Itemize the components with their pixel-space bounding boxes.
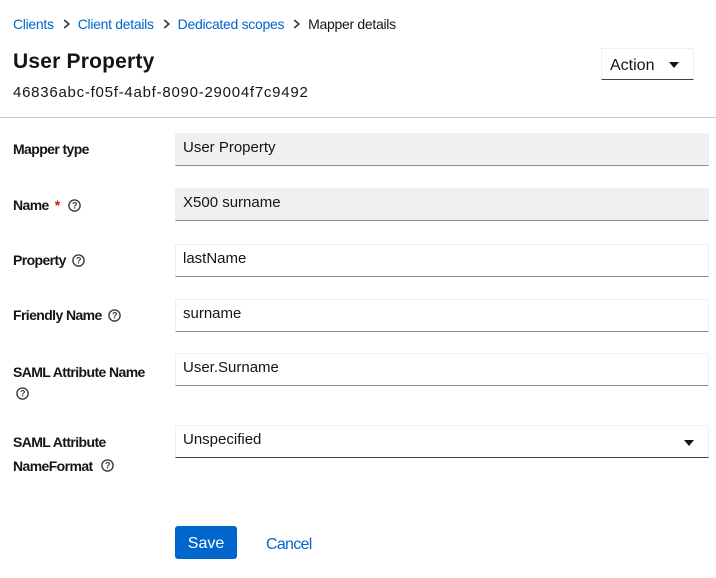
svg-text:?: ? [72,201,77,211]
svg-text:?: ? [112,311,117,321]
svg-text:?: ? [105,461,110,471]
svg-text:?: ? [20,389,25,399]
svg-text:?: ? [76,256,81,266]
